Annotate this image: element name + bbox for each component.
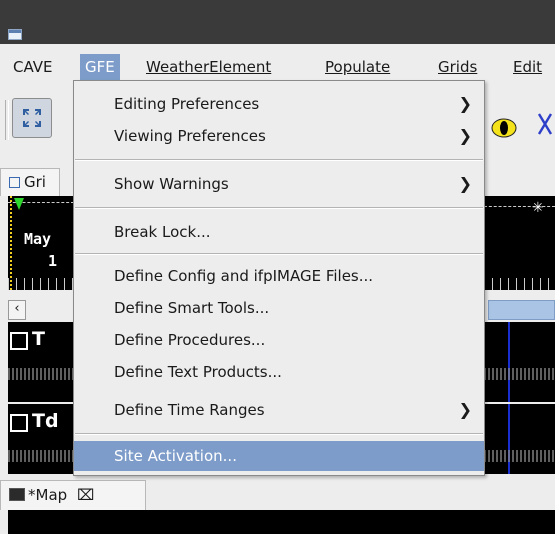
current-time-line-right	[508, 322, 510, 402]
timeline-day: 1	[48, 252, 58, 270]
menu-item-label: Define Text Products...	[114, 363, 282, 381]
tab-map-label: *Map	[28, 486, 68, 504]
grid-row-td[interactable]: Td	[8, 404, 74, 474]
menu-item-label: Define Time Ranges	[114, 401, 265, 419]
window-titlebar[interactable]	[0, 0, 555, 44]
submenu-arrow-icon: ❯	[458, 94, 472, 113]
menu-gfe[interactable]: GFE	[80, 54, 120, 80]
menu-item-define-smart-tools[interactable]: Define Smart Tools...	[74, 293, 484, 323]
timeline-pane-right[interactable]: ✳	[484, 196, 555, 290]
timeline-pane[interactable]: May 1	[8, 196, 74, 290]
scroll-left-button[interactable]: ‹	[8, 300, 26, 320]
menu-item-label: Show Warnings	[114, 175, 229, 193]
menu-cave[interactable]: CAVE	[8, 54, 58, 80]
menu-item-show-warnings[interactable]: Show Warnings ❯	[74, 169, 484, 199]
grid-row-t-right[interactable]	[484, 322, 555, 402]
menu-separator	[75, 253, 483, 255]
menu-item-label: Define Smart Tools...	[114, 299, 270, 317]
menu-item-define-time-ranges[interactable]: Define Time Ranges ❯	[74, 395, 484, 425]
tab-map[interactable]: *Map ⌧	[0, 480, 146, 510]
map-icon	[9, 488, 25, 501]
menu-separator	[75, 433, 483, 435]
grid-td-label: Td	[32, 410, 59, 432]
menu-item-break-lock[interactable]: Break Lock...	[74, 217, 484, 247]
menu-item-editing-preferences[interactable]: Editing Preferences ❯	[74, 89, 484, 119]
menu-item-label: Viewing Preferences	[114, 127, 266, 145]
current-time-line	[10, 196, 12, 290]
menu-item-label: Define Config and ifpIMAGE Files...	[114, 267, 374, 285]
horizontal-scroll-thumb[interactable]	[488, 300, 555, 320]
fit-to-screen-button[interactable]	[12, 98, 52, 138]
time-marker-icon[interactable]	[14, 198, 24, 210]
menu-item-viewing-preferences[interactable]: Viewing Preferences ❯	[74, 121, 484, 151]
map-pane[interactable]	[8, 510, 555, 534]
brush-icon[interactable]	[536, 110, 555, 140]
timeline-ticks	[8, 278, 74, 290]
grid-t-boxes	[8, 368, 74, 380]
menu-item-define-procedures[interactable]: Define Procedures...	[74, 325, 484, 355]
submenu-arrow-icon: ❯	[458, 126, 472, 145]
app-window-icon[interactable]	[8, 29, 22, 40]
menu-weatherelement[interactable]: WeatherElement	[141, 54, 276, 80]
submenu-arrow-icon: ❯	[458, 400, 472, 419]
menu-separator	[75, 159, 483, 161]
tab-grid-manager[interactable]: Gri	[0, 168, 60, 196]
menu-item-define-config[interactable]: Define Config and ifpIMAGE Files...	[74, 261, 484, 291]
grid-td-checkbox[interactable]	[10, 414, 28, 432]
eye-icon[interactable]	[490, 116, 518, 140]
menu-item-label: Site Activation...	[114, 447, 237, 465]
grid-row-td-right[interactable]	[484, 404, 555, 474]
toolbar-grip[interactable]	[5, 100, 9, 140]
timeline-ticks-right	[484, 278, 555, 290]
grid-icon	[9, 177, 20, 188]
sun-marker-icon: ✳	[532, 200, 544, 216]
menu-item-label: Break Lock...	[114, 223, 211, 241]
menu-separator	[75, 207, 483, 209]
gfe-dropdown-menu: Editing Preferences ❯ Viewing Preference…	[73, 80, 485, 476]
current-time-line-right-2	[508, 404, 510, 474]
menu-populate[interactable]: Populate	[320, 54, 395, 80]
expand-icon	[23, 109, 41, 127]
grid-t-checkbox[interactable]	[10, 332, 28, 350]
menu-grids[interactable]: Grids	[433, 54, 482, 80]
grid-td-boxes-right	[484, 450, 555, 462]
tab-grid-label: Gri	[24, 173, 46, 191]
close-icon[interactable]: ⌧	[77, 486, 94, 504]
menu-item-define-text-products[interactable]: Define Text Products...	[74, 357, 484, 387]
submenu-arrow-icon: ❯	[458, 174, 472, 193]
grid-t-label: T	[32, 328, 45, 350]
menu-item-label: Define Procedures...	[114, 331, 266, 349]
menu-item-site-activation[interactable]: Site Activation...	[74, 441, 484, 471]
grid-row-t[interactable]: T	[8, 322, 74, 402]
grid-td-boxes	[8, 450, 74, 462]
grid-t-boxes-right	[484, 368, 555, 380]
timeline-ruler-right	[484, 206, 555, 219]
menu-item-label: Editing Preferences	[114, 95, 260, 113]
timeline-month: May	[24, 230, 52, 248]
menu-edit[interactable]: Edit	[508, 54, 547, 80]
